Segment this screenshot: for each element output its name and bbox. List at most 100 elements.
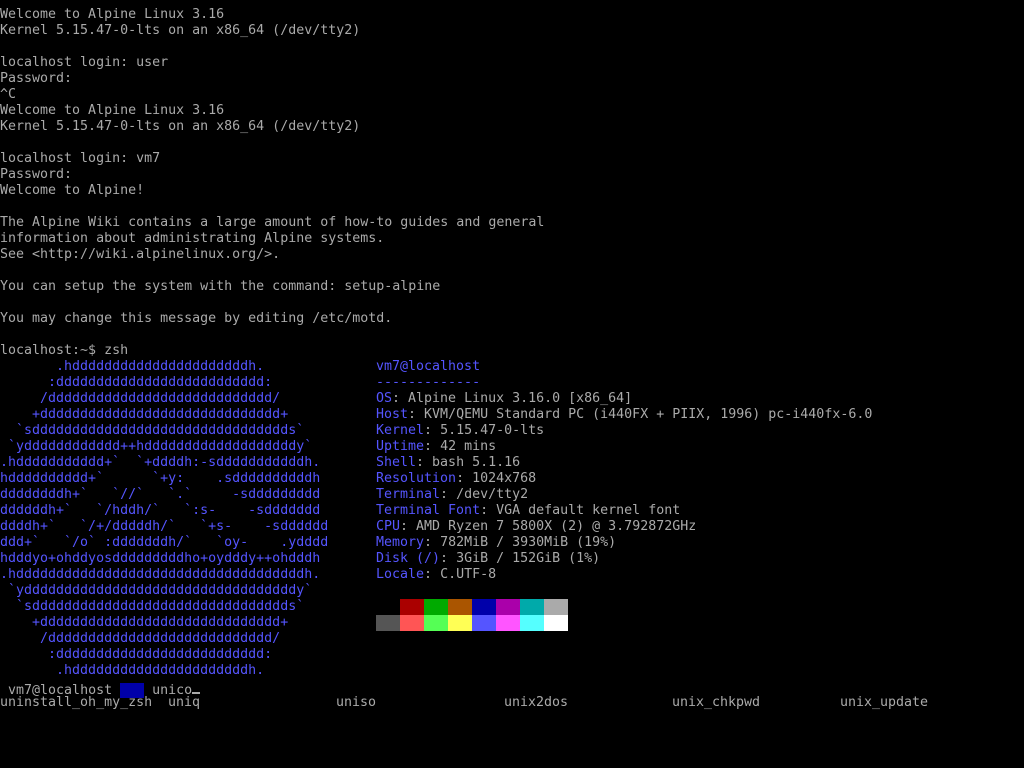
sysinfo-row: Locale: C.UTF-8 (376, 567, 496, 583)
sysinfo-row: Uptime: 42 mins (376, 439, 496, 455)
sysinfo-key: Resolution (376, 471, 457, 486)
alpine-logo-line: /dddddddddddddddddddddddddddd/ (0, 391, 281, 406)
completion-item[interactable]: uniso (336, 695, 376, 711)
alpine-logo-line: /dddddddddddddddddddddddddddd/ (0, 631, 281, 646)
alpine-logo-line: :dddddddddddddddddddddddddd: (0, 647, 273, 662)
sysinfo-colon: : (416, 455, 433, 470)
completion-item[interactable]: uniq (168, 695, 200, 711)
alpine-logo-line: `ydddddddddddd++hdddddddddddddddddddy` (0, 439, 313, 454)
completion-item[interactable]: uninstall_oh_my_zsh (0, 695, 152, 711)
console-line: You may change this message by editing /… (0, 311, 393, 326)
alpine-logo-line: `yddddddddddddddddddddddddddddddddddy` (0, 583, 313, 598)
console-line: localhost login: vm7 (0, 151, 161, 166)
sysinfo-user-host: vm7@localhost (376, 359, 481, 374)
sysinfo-row: Terminal Font: VGA default kernel font (376, 503, 680, 519)
console-line: Welcome to Alpine Linux 3.16 (0, 7, 225, 22)
sysinfo-colon: : (440, 551, 457, 566)
completion-item[interactable]: unix2dos (504, 695, 568, 711)
color-swatch (520, 615, 544, 631)
color-swatch (400, 599, 424, 615)
alpine-logo-line: ddddddddh+` `//` `.` -sddddddddd (0, 487, 321, 502)
sysinfo-value: 42 mins (440, 439, 497, 454)
sysinfo-row: Resolution: 1024x768 (376, 471, 536, 487)
sysinfo-row: Kernel: 5.15.47-0-lts (376, 423, 544, 439)
sysinfo-key: Shell (376, 455, 417, 470)
sysinfo-colon: : (408, 407, 425, 422)
sysinfo-value: /dev/tty2 (456, 487, 529, 502)
sysinfo-key: Kernel (376, 423, 425, 438)
sysinfo-value: Alpine Linux 3.16.0 [x86_64] (408, 391, 633, 406)
console-line: Password: (0, 71, 73, 86)
sysinfo-value: AMD Ryzen 7 5800X (2) @ 3.792872GHz (416, 519, 697, 534)
sysinfo-value: 782MiB / 3930MiB (19%) (440, 535, 617, 550)
color-swatch (472, 599, 496, 615)
sysinfo-colon: : (424, 535, 441, 550)
sysinfo-separator: ------------- (376, 375, 481, 390)
console-line: Kernel 5.15.47-0-lts on an x86_64 (/dev/… (0, 119, 361, 134)
sysinfo-value: 1024x768 (472, 471, 537, 486)
sysinfo-row: Host: KVM/QEMU Standard PC (i440FX + PII… (376, 407, 872, 423)
sysinfo-key: Locale (376, 567, 425, 582)
color-swatch (400, 615, 424, 631)
color-swatch (376, 615, 400, 631)
console-line: Password: (0, 167, 73, 182)
completion-item[interactable]: unix_update (840, 695, 928, 711)
console-line: ^C (0, 87, 17, 102)
prompt-line[interactable]: vm7@localhost ~ unico (0, 679, 201, 698)
sysinfo-key: Memory (376, 535, 425, 550)
sysinfo-row: CPU: AMD Ryzen 7 5800X (2) @ 3.792872GHz (376, 519, 696, 535)
color-swatch (496, 599, 520, 615)
console-line: information about administrating Alpine … (0, 231, 385, 246)
console-line: Kernel 5.15.47-0-lts on an x86_64 (/dev/… (0, 23, 361, 38)
alpine-logo-line: :dddddddddddddddddddddddddd: (0, 375, 273, 390)
sysinfo-key: Terminal (376, 487, 441, 502)
sysinfo-value: VGA default kernel font (496, 503, 681, 518)
alpine-logo-line: .hddddddddddd+` `+ddddh:-sdddddddddddh. (0, 455, 321, 470)
color-swatch (424, 599, 448, 615)
console-line: Welcome to Alpine Linux 3.16 (0, 103, 225, 118)
alpine-logo-line: .hddddddddddddddddddddddddddddddddddddh. (0, 567, 321, 582)
sysinfo-value: C.UTF-8 (440, 567, 497, 582)
color-swatch (448, 615, 472, 631)
sysinfo-key: Uptime (376, 439, 425, 454)
alpine-logo-line: ddddddh+` `/hddh/` `:s- -sddddddd (0, 503, 321, 518)
sysinfo-colon: : (424, 439, 441, 454)
sysinfo-key: Terminal Font (376, 503, 481, 518)
sysinfo-value: bash 5.1.16 (432, 455, 521, 470)
sysinfo-value: 3GiB / 152GiB (1%) (456, 551, 601, 566)
alpine-logo-line: `sdddddddddddddddddddddddddddddddds` (0, 599, 305, 614)
console-line: The Alpine Wiki contains a large amount … (0, 215, 545, 230)
sysinfo-row: Disk (/): 3GiB / 152GiB (1%) (376, 551, 600, 567)
color-swatch (376, 599, 400, 615)
alpine-logo-line: .hddddddddddddddddddddddh. (0, 359, 265, 374)
sysinfo-colon: : (424, 423, 441, 438)
alpine-logo-line: .hddddddddddddddddddddddh. (0, 663, 265, 678)
alpine-logo-line: +dddddddddddddddddddddddddddddd+ (0, 615, 289, 630)
alpine-logo-line: hdddddddddd+` `+y: .sddddddddddh (0, 471, 321, 486)
sysinfo-row: OS: Alpine Linux 3.16.0 [x86_64] (376, 391, 632, 407)
alpine-logo-line: +dddddddddddddddddddddddddddddd+ (0, 407, 289, 422)
console-line: Welcome to Alpine! (0, 183, 145, 198)
alpine-logo-line: `sdddddddddddddddddddddddddddddddds` (0, 423, 305, 438)
alpine-logo-line: hdddyo+ohddyosdddddddddho+oydddy++ohdddh (0, 551, 321, 566)
console-line: localhost login: user (0, 55, 169, 70)
sysinfo-colon: : (440, 487, 457, 502)
sysinfo-colon: : (392, 391, 409, 406)
color-swatch (472, 615, 496, 631)
color-swatch (496, 615, 520, 631)
text-cursor (192, 679, 201, 694)
sysinfo-key: Host (376, 407, 409, 422)
sysinfo-value: KVM/QEMU Standard PC (i440FX + PIIX, 199… (424, 407, 873, 422)
console-line: See <http://wiki.alpinelinux.org/>. (0, 247, 281, 262)
sysinfo-row: Memory: 782MiB / 3930MiB (19%) (376, 535, 616, 551)
sysinfo-key: CPU (376, 519, 401, 534)
console-line: localhost:~$ zsh (0, 343, 129, 358)
sysinfo-colon: : (456, 471, 473, 486)
color-swatch (544, 615, 568, 631)
console-line: You can setup the system with the comman… (0, 279, 441, 294)
sysinfo-colon: : (424, 567, 441, 582)
completion-item[interactable]: unix_chkpwd (672, 695, 760, 711)
alpine-logo-line: ddddh+` `/+/dddddh/` `+s- -sdddddd (0, 519, 329, 534)
sysinfo-colon: : (400, 519, 417, 534)
alpine-logo-line: ddd+` `/o` :dddddddh/` `oy- .ydddd (0, 535, 329, 550)
